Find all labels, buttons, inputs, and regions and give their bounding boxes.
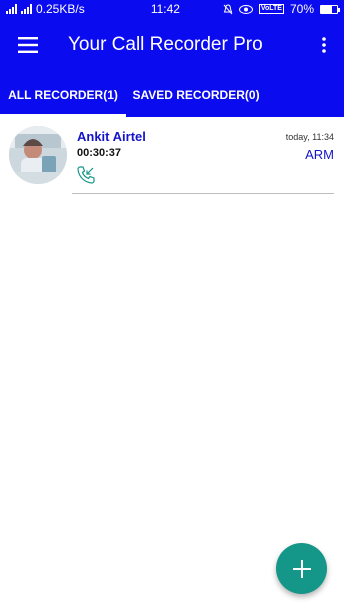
plus-icon [292,559,311,578]
app-title: Your Call Recorder Pro [68,34,263,55]
volte-badge: VoLTE [258,4,284,14]
contact-name: Ankit Airtel [77,129,146,144]
silent-bell-icon [223,3,233,14]
tab-saved-recorder-label: SAVED RECORDER(0) [132,87,260,102]
battery-percent: 70% [289,2,314,16]
tab-all-recorder[interactable]: ALL RECORDER(1) [0,72,126,117]
recording-list-item[interactable]: Ankit Airtel 00:30:37 today, 11:34 ARM [0,118,344,198]
call-timestamp: today, 11:34 [285,132,334,142]
signal-icon [6,4,17,14]
app-bar: Your Call Recorder Pro [0,18,344,72]
status-time: 11:42 [150,2,180,16]
status-right: VoLTE 70% [223,2,340,16]
hamburger-menu-icon[interactable] [0,18,56,72]
status-left: 0.25KB/s [6,2,126,16]
status-bar: 0.25KB/s 11:42 VoLTE 70% [0,0,344,18]
battery-icon [320,4,340,14]
recording-tag: ARM [305,147,334,162]
divider [72,193,334,194]
avatar [9,126,67,184]
add-button[interactable] [276,543,327,594]
battery-fill [321,5,333,13]
tab-saved-recorder[interactable]: SAVED RECORDER(0) [126,72,266,117]
incoming-call-icon [77,166,95,184]
tab-bar: ALL RECORDER(1) SAVED RECORDER(0) [0,72,344,117]
signal-2-icon [21,4,32,14]
eye-icon [238,4,253,14]
tab-all-recorder-label: ALL RECORDER(1) [8,87,118,102]
call-duration: 00:30:37 [77,147,122,159]
more-vert-icon[interactable] [304,18,344,72]
network-speed: 0.25KB/s [36,2,85,16]
